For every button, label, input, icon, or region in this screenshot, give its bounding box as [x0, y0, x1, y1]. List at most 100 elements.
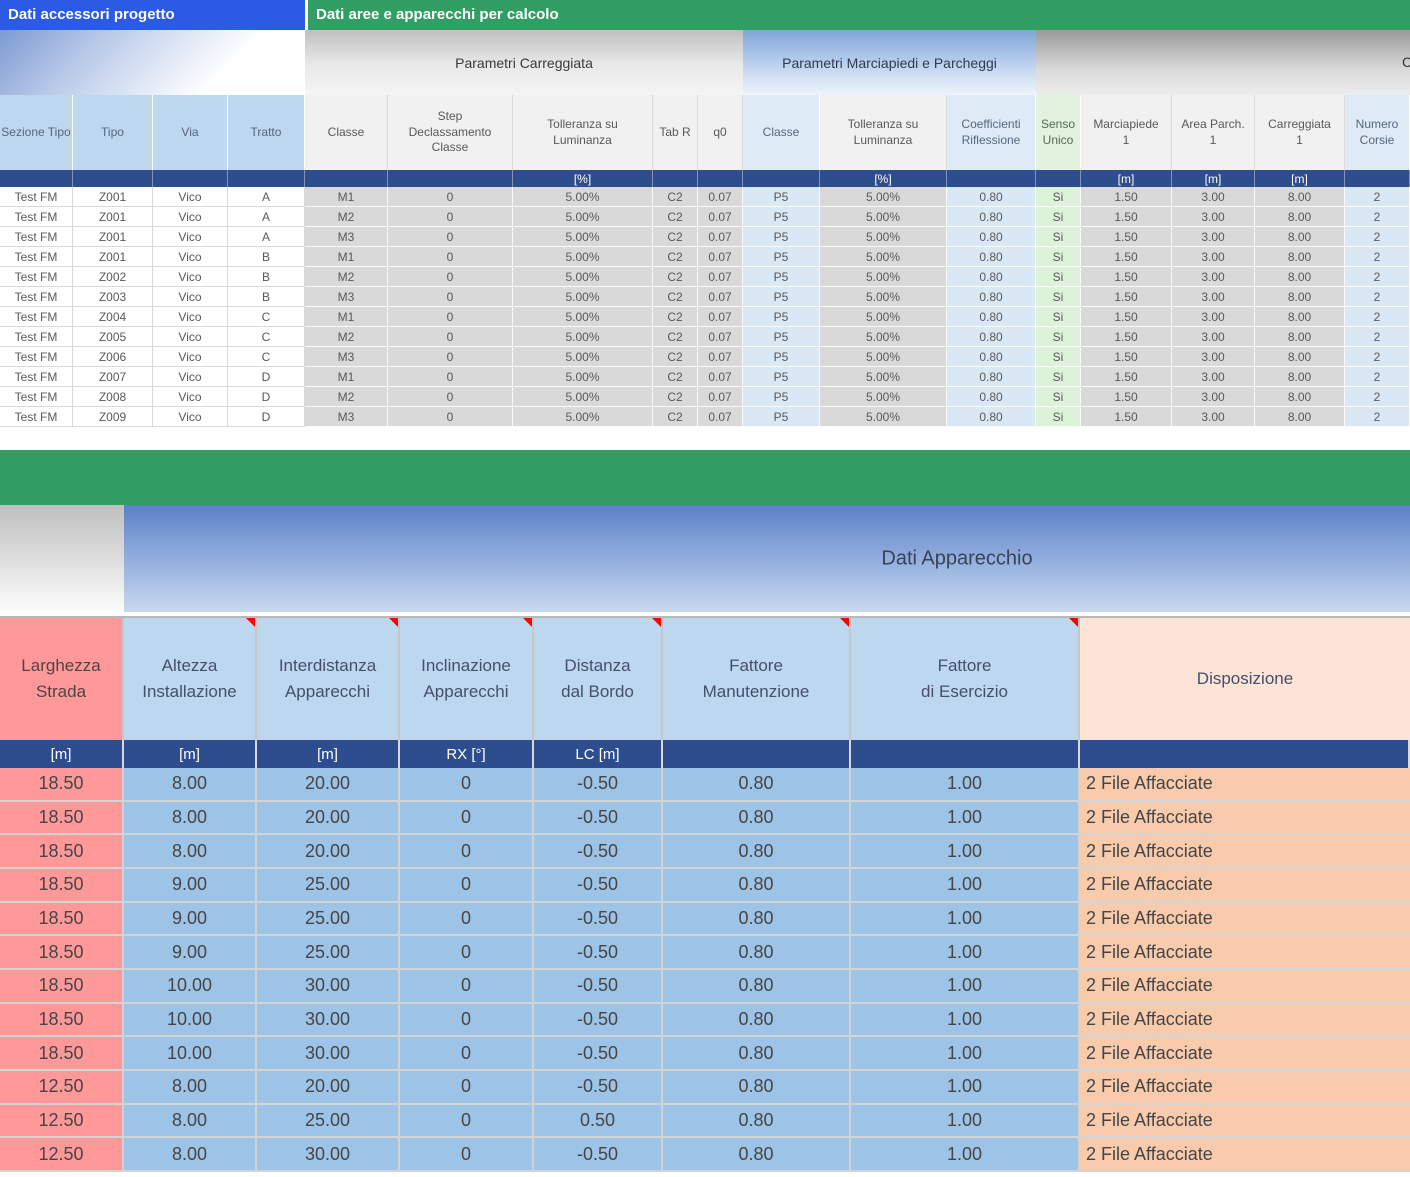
cell-q0[interactable]: 0.07	[698, 227, 743, 247]
cell-q0[interactable]: 0.07	[698, 407, 743, 427]
cell-senso-unico[interactable]: Si	[1036, 387, 1081, 407]
cell-tolleranza-luminanza-2[interactable]: 5.00%	[820, 227, 947, 247]
cell-fattore-manutenzione[interactable]: 0.80	[663, 970, 851, 1004]
cell-fattore-di-esercizio[interactable]: 1.00	[851, 768, 1080, 802]
cell-via[interactable]: Vico	[153, 267, 228, 287]
cell-distanza-dal-bordo[interactable]: -0.50	[534, 1071, 663, 1105]
cell-tolleranza-luminanza[interactable]: 5.00%	[513, 387, 653, 407]
cell-inclinazione-apparecchi[interactable]: 0	[400, 1071, 534, 1105]
cell-tolleranza-luminanza-2[interactable]: 5.00%	[820, 267, 947, 287]
cell-fattore-manutenzione[interactable]: 0.80	[663, 1105, 851, 1139]
cell-tratto[interactable]: A	[228, 207, 305, 227]
cell-numero-corsie[interactable]: 2	[1345, 387, 1410, 407]
cell-classe-carreggiata[interactable]: M3	[305, 227, 388, 247]
cell-numero-corsie[interactable]: 2	[1345, 287, 1410, 307]
cell-coefficienti-riflessione[interactable]: 0.80	[947, 367, 1036, 387]
cell-step-declassamento[interactable]: 0	[388, 387, 513, 407]
cell-tolleranza-luminanza-2[interactable]: 5.00%	[820, 347, 947, 367]
cell-interdistanza-apparecchi[interactable]: 20.00	[257, 768, 400, 802]
cell-sezione-tipo[interactable]: Test FM	[0, 327, 73, 347]
cell-coefficienti-riflessione[interactable]: 0.80	[947, 287, 1036, 307]
cell-numero-corsie[interactable]: 2	[1345, 267, 1410, 287]
cell-senso-unico[interactable]: Si	[1036, 287, 1081, 307]
cell-distanza-dal-bordo[interactable]: -0.50	[534, 1004, 663, 1038]
cell-larghezza-strada[interactable]: 18.50	[0, 936, 124, 970]
cell-area-parch-1[interactable]: 3.00	[1172, 307, 1255, 327]
cell-via[interactable]: Vico	[153, 247, 228, 267]
cell-coefficienti-riflessione[interactable]: 0.80	[947, 227, 1036, 247]
cell-disposizione[interactable]: 2 File Affacciate	[1080, 1071, 1410, 1105]
cell-tolleranza-luminanza-2[interactable]: 5.00%	[820, 287, 947, 307]
cell-via[interactable]: Vico	[153, 327, 228, 347]
cell-tolleranza-luminanza[interactable]: 5.00%	[513, 307, 653, 327]
cell-via[interactable]: Vico	[153, 387, 228, 407]
cell-q0[interactable]: 0.07	[698, 267, 743, 287]
cell-altezza-installazione[interactable]: 10.00	[124, 1037, 257, 1071]
cell-via[interactable]: Vico	[153, 307, 228, 327]
cell-tolleranza-luminanza[interactable]: 5.00%	[513, 247, 653, 267]
cell-classe-marciapiedi[interactable]: P5	[743, 247, 820, 267]
cell-tipo[interactable]: Z002	[73, 267, 153, 287]
cell-area-parch-1[interactable]: 3.00	[1172, 387, 1255, 407]
cell-marciapiede-1[interactable]: 1.50	[1081, 287, 1172, 307]
cell-classe-carreggiata[interactable]: M1	[305, 307, 388, 327]
cell-tolleranza-luminanza[interactable]: 5.00%	[513, 267, 653, 287]
cell-classe-carreggiata[interactable]: M1	[305, 187, 388, 207]
cell-sezione-tipo[interactable]: Test FM	[0, 287, 73, 307]
cell-distanza-dal-bordo[interactable]: -0.50	[534, 802, 663, 836]
cell-tratto[interactable]: B	[228, 247, 305, 267]
cell-tipo[interactable]: Z005	[73, 327, 153, 347]
cell-distanza-dal-bordo[interactable]: -0.50	[534, 835, 663, 869]
cell-inclinazione-apparecchi[interactable]: 0	[400, 802, 534, 836]
cell-interdistanza-apparecchi[interactable]: 30.00	[257, 1138, 400, 1172]
cell-disposizione[interactable]: 2 File Affacciate	[1080, 1138, 1410, 1172]
cell-distanza-dal-bordo[interactable]: -0.50	[534, 768, 663, 802]
cell-carreggiata-1[interactable]: 8.00	[1255, 207, 1345, 227]
cell-tab-r[interactable]: C2	[653, 327, 698, 347]
cell-fattore-di-esercizio[interactable]: 1.00	[851, 936, 1080, 970]
cell-inclinazione-apparecchi[interactable]: 0	[400, 1037, 534, 1071]
cell-disposizione[interactable]: 2 File Affacciate	[1080, 869, 1410, 903]
cell-marciapiede-1[interactable]: 1.50	[1081, 367, 1172, 387]
cell-inclinazione-apparecchi[interactable]: 0	[400, 970, 534, 1004]
cell-fattore-manutenzione[interactable]: 0.80	[663, 802, 851, 836]
cell-tratto[interactable]: A	[228, 227, 305, 247]
cell-classe-carreggiata[interactable]: M3	[305, 407, 388, 427]
cell-carreggiata-1[interactable]: 8.00	[1255, 247, 1345, 267]
cell-altezza-installazione[interactable]: 8.00	[124, 835, 257, 869]
cell-larghezza-strada[interactable]: 18.50	[0, 835, 124, 869]
cell-senso-unico[interactable]: Si	[1036, 187, 1081, 207]
cell-tipo[interactable]: Z008	[73, 387, 153, 407]
cell-fattore-manutenzione[interactable]: 0.80	[663, 903, 851, 937]
cell-classe-marciapiedi[interactable]: P5	[743, 187, 820, 207]
cell-step-declassamento[interactable]: 0	[388, 407, 513, 427]
cell-sezione-tipo[interactable]: Test FM	[0, 227, 73, 247]
cell-fattore-di-esercizio[interactable]: 1.00	[851, 802, 1080, 836]
cell-altezza-installazione[interactable]: 8.00	[124, 1138, 257, 1172]
cell-interdistanza-apparecchi[interactable]: 20.00	[257, 802, 400, 836]
cell-classe-carreggiata[interactable]: M1	[305, 367, 388, 387]
cell-tab-r[interactable]: C2	[653, 347, 698, 367]
cell-numero-corsie[interactable]: 2	[1345, 227, 1410, 247]
cell-classe-marciapiedi[interactable]: P5	[743, 347, 820, 367]
cell-fattore-manutenzione[interactable]: 0.80	[663, 1138, 851, 1172]
cell-coefficienti-riflessione[interactable]: 0.80	[947, 407, 1036, 427]
cell-inclinazione-apparecchi[interactable]: 0	[400, 936, 534, 970]
cell-distanza-dal-bordo[interactable]: -0.50	[534, 936, 663, 970]
cell-interdistanza-apparecchi[interactable]: 25.00	[257, 936, 400, 970]
cell-inclinazione-apparecchi[interactable]: 0	[400, 903, 534, 937]
cell-tolleranza-luminanza[interactable]: 5.00%	[513, 227, 653, 247]
cell-area-parch-1[interactable]: 3.00	[1172, 287, 1255, 307]
cell-interdistanza-apparecchi[interactable]: 25.00	[257, 903, 400, 937]
cell-step-declassamento[interactable]: 0	[388, 367, 513, 387]
cell-step-declassamento[interactable]: 0	[388, 307, 513, 327]
cell-disposizione[interactable]: 2 File Affacciate	[1080, 936, 1410, 970]
cell-carreggiata-1[interactable]: 8.00	[1255, 367, 1345, 387]
cell-coefficienti-riflessione[interactable]: 0.80	[947, 247, 1036, 267]
cell-tolleranza-luminanza[interactable]: 5.00%	[513, 347, 653, 367]
cell-inclinazione-apparecchi[interactable]: 0	[400, 768, 534, 802]
cell-marciapiede-1[interactable]: 1.50	[1081, 227, 1172, 247]
cell-tab-r[interactable]: C2	[653, 307, 698, 327]
cell-classe-marciapiedi[interactable]: P5	[743, 367, 820, 387]
cell-senso-unico[interactable]: Si	[1036, 367, 1081, 387]
